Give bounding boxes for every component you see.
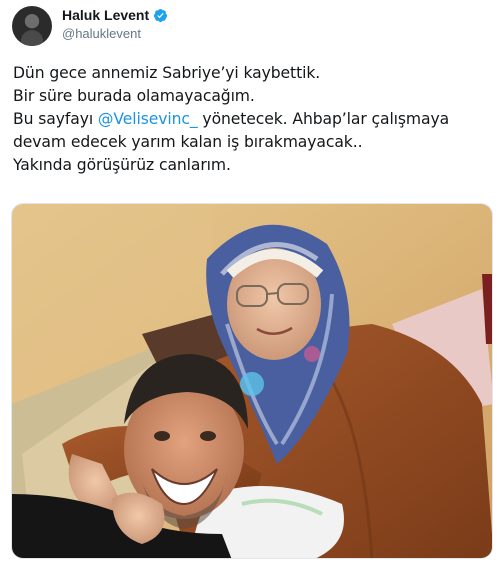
tweet-line-3-end: yönetecek. Ahbap’lar çalışmaya — [197, 110, 450, 128]
tweet-photo[interactable] — [11, 203, 493, 559]
photo-image — [12, 204, 492, 558]
tweet-text: Dün gece annemiz Sabriye’yi kaybettik. B… — [13, 62, 493, 177]
tweet-line-2: Bir süre burada olamayacağım. — [13, 87, 255, 105]
tweet-header: Haluk Levent @haluklevent — [12, 6, 488, 46]
tweet-line-3-start: Bu sayfayı — [13, 110, 98, 128]
author-name-row: Haluk Levent — [62, 7, 168, 23]
tweet-line-4: devam edecek yarım kalan iş bırakmayacak… — [13, 133, 363, 151]
tweet-line-5: Yakında görüşürüz canlarım. — [13, 156, 231, 174]
author-handle[interactable]: @haluklevent — [62, 26, 141, 41]
tweet-line-3: Bu sayfayı @Velisevinc_ yönetecek. Ahbap… — [13, 108, 493, 131]
tweet-line-1: Dün gece annemiz Sabriye’yi kaybettik. — [13, 64, 321, 82]
avatar[interactable] — [12, 6, 52, 46]
mention-link[interactable]: @Velisevinc_ — [98, 110, 198, 128]
verified-badge-icon — [154, 8, 168, 22]
author-display-name[interactable]: Haluk Levent — [62, 7, 149, 23]
